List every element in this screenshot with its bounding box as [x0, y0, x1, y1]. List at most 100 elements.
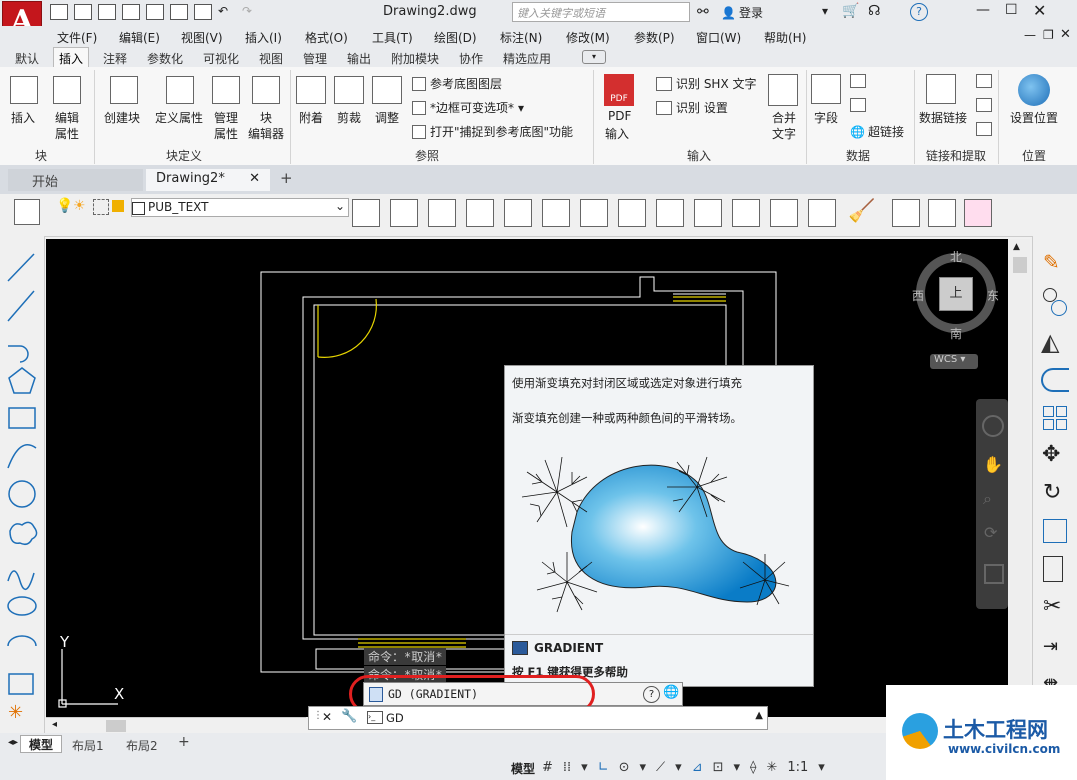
- globe-search-icon[interactable]: 🌐: [663, 685, 679, 700]
- link-extract-group-label[interactable]: 链接和提取: [926, 147, 986, 164]
- rotate-icon[interactable]: ↻: [1043, 480, 1061, 505]
- tab-collaborate[interactable]: 协作: [459, 50, 483, 67]
- scroll-up-icon[interactable]: ▲: [1013, 242, 1020, 252]
- data-group-label[interactable]: 数据: [846, 147, 870, 164]
- reference-group-label[interactable]: 参照: [415, 147, 439, 164]
- previous-layer-icon[interactable]: [428, 199, 456, 227]
- move-icon[interactable]: ✥: [1042, 442, 1060, 467]
- tab-default[interactable]: 默认: [15, 50, 39, 67]
- note-edit-icon[interactable]: [892, 199, 920, 227]
- construction-line-tool[interactable]: [0, 284, 44, 324]
- pdf-import-icon[interactable]: PDF: [604, 74, 634, 106]
- polygon-tool[interactable]: [0, 364, 44, 404]
- help-icon[interactable]: ?: [910, 3, 928, 21]
- tab-visualize[interactable]: 可视化: [203, 50, 239, 67]
- spline-tool[interactable]: [0, 556, 44, 596]
- copy-circles-icon[interactable]: [1043, 288, 1067, 318]
- ellipse-arc-tool[interactable]: [0, 626, 44, 656]
- globe-location-icon[interactable]: [1018, 74, 1050, 106]
- chevron-down-icon[interactable]: ▾: [581, 760, 588, 775]
- edit-attribute-label-2[interactable]: 属性: [55, 125, 79, 142]
- polar-icon[interactable]: ⊙: [619, 760, 630, 775]
- command-prompt-icon[interactable]: ›_: [367, 711, 383, 724]
- clip-label[interactable]: 剪裁: [337, 109, 361, 126]
- line-tool[interactable]: [0, 244, 44, 284]
- set-location-label[interactable]: 设置位置: [1010, 109, 1058, 126]
- ole-object-icon[interactable]: [850, 98, 866, 112]
- tab-parametric[interactable]: 参数化: [147, 50, 183, 67]
- ribbon-toggle-icon[interactable]: ▾: [582, 50, 606, 64]
- steering-wheel-icon[interactable]: [982, 415, 1004, 437]
- redo-icon[interactable]: ↷: [242, 4, 260, 20]
- doc-close-icon[interactable]: ✕: [1060, 27, 1071, 42]
- circle-tool[interactable]: [0, 476, 44, 516]
- help-icon[interactable]: ?: [643, 686, 660, 703]
- command-line[interactable]: ⋮ ✕ 🔧 ›_ GD ▲: [308, 706, 768, 730]
- clip-icon[interactable]: [334, 76, 364, 104]
- layer-dropdown[interactable]: PUB_TEXT ⌄: [131, 198, 349, 217]
- tab-model[interactable]: 模型: [20, 735, 62, 753]
- refresh-tag-icon[interactable]: [770, 199, 798, 227]
- tab-featured-apps[interactable]: 精选应用: [503, 50, 551, 67]
- menu-window[interactable]: 窗口(W): [696, 29, 741, 46]
- merge-text-label-1[interactable]: 合并: [772, 109, 796, 126]
- tab-layout2[interactable]: 布局2: [126, 737, 158, 754]
- menu-edit[interactable]: 编辑(E): [119, 29, 160, 46]
- showmotion-icon[interactable]: [984, 564, 1004, 584]
- viewport-freeze-icon[interactable]: [93, 199, 109, 215]
- block-group-label[interactable]: 块: [35, 147, 47, 164]
- command-input[interactable]: GD: [386, 711, 404, 725]
- menu-file[interactable]: 文件(F): [57, 29, 97, 46]
- snap-underlay-button[interactable]: 打开"捕捉到参考底图"功能: [412, 123, 573, 140]
- ortho-icon[interactable]: ∟: [598, 760, 609, 775]
- scroll-left-icon[interactable]: ◂: [52, 719, 57, 730]
- manage-attributes-icon[interactable]: [212, 76, 240, 104]
- orbit-icon[interactable]: ⟳: [984, 523, 997, 542]
- recognize-settings-button[interactable]: 识别 设置: [656, 99, 728, 116]
- sun-icon[interactable]: ☀: [73, 198, 86, 214]
- offset-icon[interactable]: [1041, 368, 1069, 392]
- save-icon[interactable]: [74, 4, 92, 20]
- object-snap-tracking-icon[interactable]: ⟋: [656, 760, 665, 775]
- stretch-icon[interactable]: [1043, 556, 1063, 582]
- object-snap-icon[interactable]: ⊡: [713, 760, 724, 775]
- zoom-icon[interactable]: ⌕: [983, 489, 992, 509]
- insert-label[interactable]: 插入: [11, 109, 35, 126]
- extract-data-icon[interactable]: [976, 74, 992, 88]
- chevron-down-icon[interactable]: ▾: [734, 760, 741, 775]
- create-block-icon[interactable]: [110, 76, 138, 104]
- block-editor-label-1[interactable]: 块: [260, 109, 272, 126]
- define-attribute-icon[interactable]: [166, 76, 194, 104]
- erase-icon[interactable]: ✎: [1043, 250, 1060, 274]
- horizontal-scrollbar[interactable]: ◂: [46, 717, 306, 734]
- wrench-icon[interactable]: 🔧: [341, 709, 357, 724]
- web-mobile-icon[interactable]: [122, 4, 140, 20]
- viewcube-south[interactable]: 南: [950, 325, 962, 342]
- chevron-down-icon[interactable]: ▾: [675, 760, 682, 775]
- binoculars-icon[interactable]: ⚯: [697, 4, 709, 20]
- cart-icon[interactable]: 🛒: [842, 3, 859, 19]
- menu-format[interactable]: 格式(O): [305, 29, 348, 46]
- lightbulb-icon[interactable]: 💡: [56, 198, 73, 214]
- hatch-edit-icon[interactable]: [542, 199, 570, 227]
- tab-annotate[interactable]: 注释: [103, 50, 127, 67]
- import-group-label[interactable]: 输入: [687, 147, 711, 164]
- merge-text-icon[interactable]: [768, 74, 798, 106]
- adjust-icon[interactable]: [372, 76, 402, 104]
- adjust-label[interactable]: 调整: [375, 109, 399, 126]
- print-icon[interactable]: [170, 4, 188, 20]
- insert-block-tool[interactable]: [0, 661, 44, 701]
- chevron-down-icon[interactable]: ▾: [818, 760, 825, 775]
- manage-attr-label-1[interactable]: 管理: [214, 109, 238, 126]
- mirror-icon[interactable]: ◭: [1041, 328, 1059, 356]
- menu-draw[interactable]: 绘图(D): [434, 29, 477, 46]
- menu-insert[interactable]: 插入(I): [245, 29, 282, 46]
- tab-layout1[interactable]: 布局1: [72, 737, 104, 754]
- layer-properties-icon[interactable]: [14, 199, 40, 225]
- update-link-icon[interactable]: [976, 98, 992, 112]
- tab-close-icon[interactable]: ✕: [249, 171, 260, 186]
- pan-hand-icon[interactable]: ✋: [983, 455, 1003, 474]
- extend-icon[interactable]: ⇥: [1043, 636, 1058, 657]
- viewcube-north[interactable]: 北: [950, 248, 962, 265]
- frame-variable-dropdown[interactable]: *边框可变选项* ▾: [412, 99, 524, 116]
